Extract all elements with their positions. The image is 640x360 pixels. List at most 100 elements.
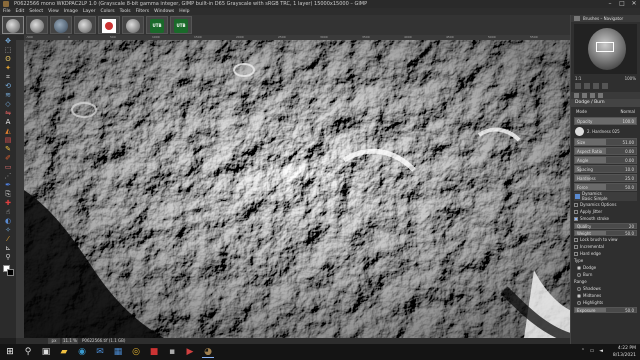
images-tab-icon[interactable] xyxy=(598,93,603,98)
image-tab[interactable]: UTB xyxy=(170,16,192,34)
lasso-icon[interactable]: ʘ xyxy=(3,55,13,63)
volume-icon[interactable]: ◄ xyxy=(598,348,604,354)
menu-file[interactable]: File xyxy=(3,8,11,15)
paintbrush-icon[interactable]: ✐ xyxy=(3,154,13,162)
menu-image[interactable]: Image xyxy=(64,8,78,15)
mode-select[interactable]: Mode Normal xyxy=(574,108,637,116)
aspect-ratio-slider[interactable]: Aspect Ratio 0.00 xyxy=(574,147,637,155)
incremental-check[interactable]: Incremental xyxy=(574,244,637,250)
navigator-preview[interactable] xyxy=(574,24,637,74)
range-shadows-radio[interactable]: Shadows xyxy=(574,286,637,292)
ink-icon[interactable]: ✒ xyxy=(3,181,13,189)
dodge-icon[interactable]: ◐ xyxy=(3,217,13,225)
zoom-fit-icon[interactable] xyxy=(593,83,599,89)
fuzzy-select-icon[interactable]: ✦ xyxy=(3,64,13,72)
menu-layer[interactable]: Layer xyxy=(83,8,96,15)
brush-selector[interactable]: 2. Hardness 025 xyxy=(574,126,637,137)
range-highlights-radio[interactable]: Highlights xyxy=(574,300,637,306)
warp-icon[interactable]: ≋ xyxy=(3,91,13,99)
crop-icon[interactable]: ⌗ xyxy=(3,73,13,81)
path-icon[interactable]: ✧ xyxy=(3,226,13,234)
zoom-100-icon[interactable] xyxy=(602,83,608,89)
image-tab[interactable]: UTB xyxy=(146,16,168,34)
background-color-icon[interactable] xyxy=(7,269,14,276)
eraser-icon[interactable]: ▭ xyxy=(3,163,13,171)
transform-icon[interactable]: ⟲ xyxy=(3,82,13,90)
undo-history-tab-icon[interactable] xyxy=(590,93,595,98)
airbrush-icon[interactable]: ⋰ xyxy=(3,172,13,180)
range-midtones-radio[interactable]: Midtones xyxy=(574,293,637,299)
pencil-icon[interactable]: ✎ xyxy=(3,145,13,153)
smudge-icon[interactable]: ☝ xyxy=(3,208,13,216)
task-view-icon[interactable]: ▣ xyxy=(40,346,52,358)
menu-windows[interactable]: Windows xyxy=(154,8,174,15)
hardness-slider[interactable]: Hardness 25.0 xyxy=(574,174,637,182)
spacing-slider[interactable]: Spacing 10.0 xyxy=(574,165,637,173)
size-slider[interactable]: Size 51.00 xyxy=(574,138,637,146)
brushes-tab-icon[interactable] xyxy=(574,16,580,21)
opacity-slider[interactable]: Opacity 100.0 xyxy=(574,117,637,125)
color-picker-icon[interactable]: ⁄ xyxy=(3,235,13,243)
dynamics-options-check[interactable]: Dynamics Options xyxy=(574,202,637,208)
windows-start-icon[interactable]: ⊞ xyxy=(4,346,16,358)
search-icon[interactable]: ⚲ xyxy=(22,346,34,358)
exposure-slider[interactable]: Exposure 50.0 xyxy=(574,307,637,313)
minimize-button[interactable]: – xyxy=(604,0,616,8)
menu-view[interactable]: View xyxy=(48,8,59,15)
lunar-surface-image[interactable] xyxy=(24,40,570,338)
flip-icon[interactable]: ⇋ xyxy=(3,109,13,117)
hard-edge-check[interactable]: Hard edge xyxy=(574,251,637,257)
menu-help[interactable]: Help xyxy=(179,8,189,15)
bucket-fill-icon[interactable]: ◭ xyxy=(3,127,13,135)
image-tab[interactable] xyxy=(26,16,48,34)
clone-icon[interactable]: ⎘ xyxy=(3,190,13,198)
clock[interactable]: 4:22 PM 8/13/2021 xyxy=(613,345,636,359)
gradient-icon[interactable]: ▤ xyxy=(3,136,13,144)
smooth-stroke-check[interactable]: Smooth stroke xyxy=(574,216,637,222)
menu-tools[interactable]: Tools xyxy=(120,8,131,15)
weight-slider[interactable]: Weight 50.0 xyxy=(574,230,637,236)
type-burn-radio[interactable]: Burn xyxy=(574,272,637,278)
menu-colors[interactable]: Colors xyxy=(100,8,114,15)
zoom-in-icon[interactable] xyxy=(584,83,590,89)
zoom-icon[interactable]: ⚲ xyxy=(3,253,13,261)
vertical-ruler[interactable] xyxy=(16,40,24,338)
image-tab[interactable] xyxy=(74,16,96,34)
angle-slider[interactable]: Angle 0.00 xyxy=(574,156,637,164)
tool-options-tab-icon[interactable] xyxy=(574,93,579,98)
dock-header[interactable]: Brushes – Navigator xyxy=(571,15,640,22)
chrome-icon[interactable]: ◎ xyxy=(130,346,142,358)
apply-jitter-check[interactable]: Apply Jitter xyxy=(574,209,637,215)
perspective-icon[interactable]: ◇ xyxy=(3,100,13,108)
force-slider[interactable]: Force 50.0 xyxy=(574,183,637,191)
image-tab[interactable] xyxy=(2,16,24,34)
close-button[interactable]: ✕ xyxy=(628,0,640,8)
rect-select-icon[interactable]: ⬚ xyxy=(3,46,13,54)
lock-brush-check[interactable]: Lock brush to view xyxy=(574,237,637,243)
menu-filters[interactable]: Filters xyxy=(136,8,150,15)
menu-select[interactable]: Select xyxy=(29,8,43,15)
text-icon[interactable]: A xyxy=(3,118,13,126)
app-icon[interactable]: ▪ xyxy=(166,346,178,358)
image-tab[interactable] xyxy=(50,16,72,34)
media-icon[interactable]: ▶ xyxy=(184,346,196,358)
gimp-icon[interactable]: ◕ xyxy=(202,346,214,358)
navigator-viewport-box[interactable] xyxy=(596,42,614,52)
device-status-tab-icon[interactable] xyxy=(582,93,587,98)
maximize-button[interactable]: □ xyxy=(616,0,628,8)
heal-icon[interactable]: ✚ xyxy=(3,199,13,207)
chevron-up-icon[interactable]: ⌃ xyxy=(580,348,586,354)
move-icon[interactable]: ✥ xyxy=(3,37,13,45)
file-explorer-icon[interactable]: ▰ xyxy=(58,346,70,358)
mail-icon[interactable]: ✉ xyxy=(94,346,106,358)
edge-icon[interactable]: ◉ xyxy=(76,346,88,358)
type-dodge-radio[interactable]: Dodge xyxy=(574,265,637,271)
menu-edit[interactable]: Edit xyxy=(16,8,25,15)
quality-slider[interactable]: Quality 20 xyxy=(574,223,637,229)
zoom-out-icon[interactable] xyxy=(575,83,581,89)
image-tab[interactable] xyxy=(122,16,144,34)
app-icon[interactable]: ■ xyxy=(148,346,160,358)
network-icon[interactable]: ▭ xyxy=(589,348,595,354)
image-tab[interactable] xyxy=(98,16,120,34)
dynamics-selector[interactable]: Dynamics Basic Simple xyxy=(574,191,637,201)
